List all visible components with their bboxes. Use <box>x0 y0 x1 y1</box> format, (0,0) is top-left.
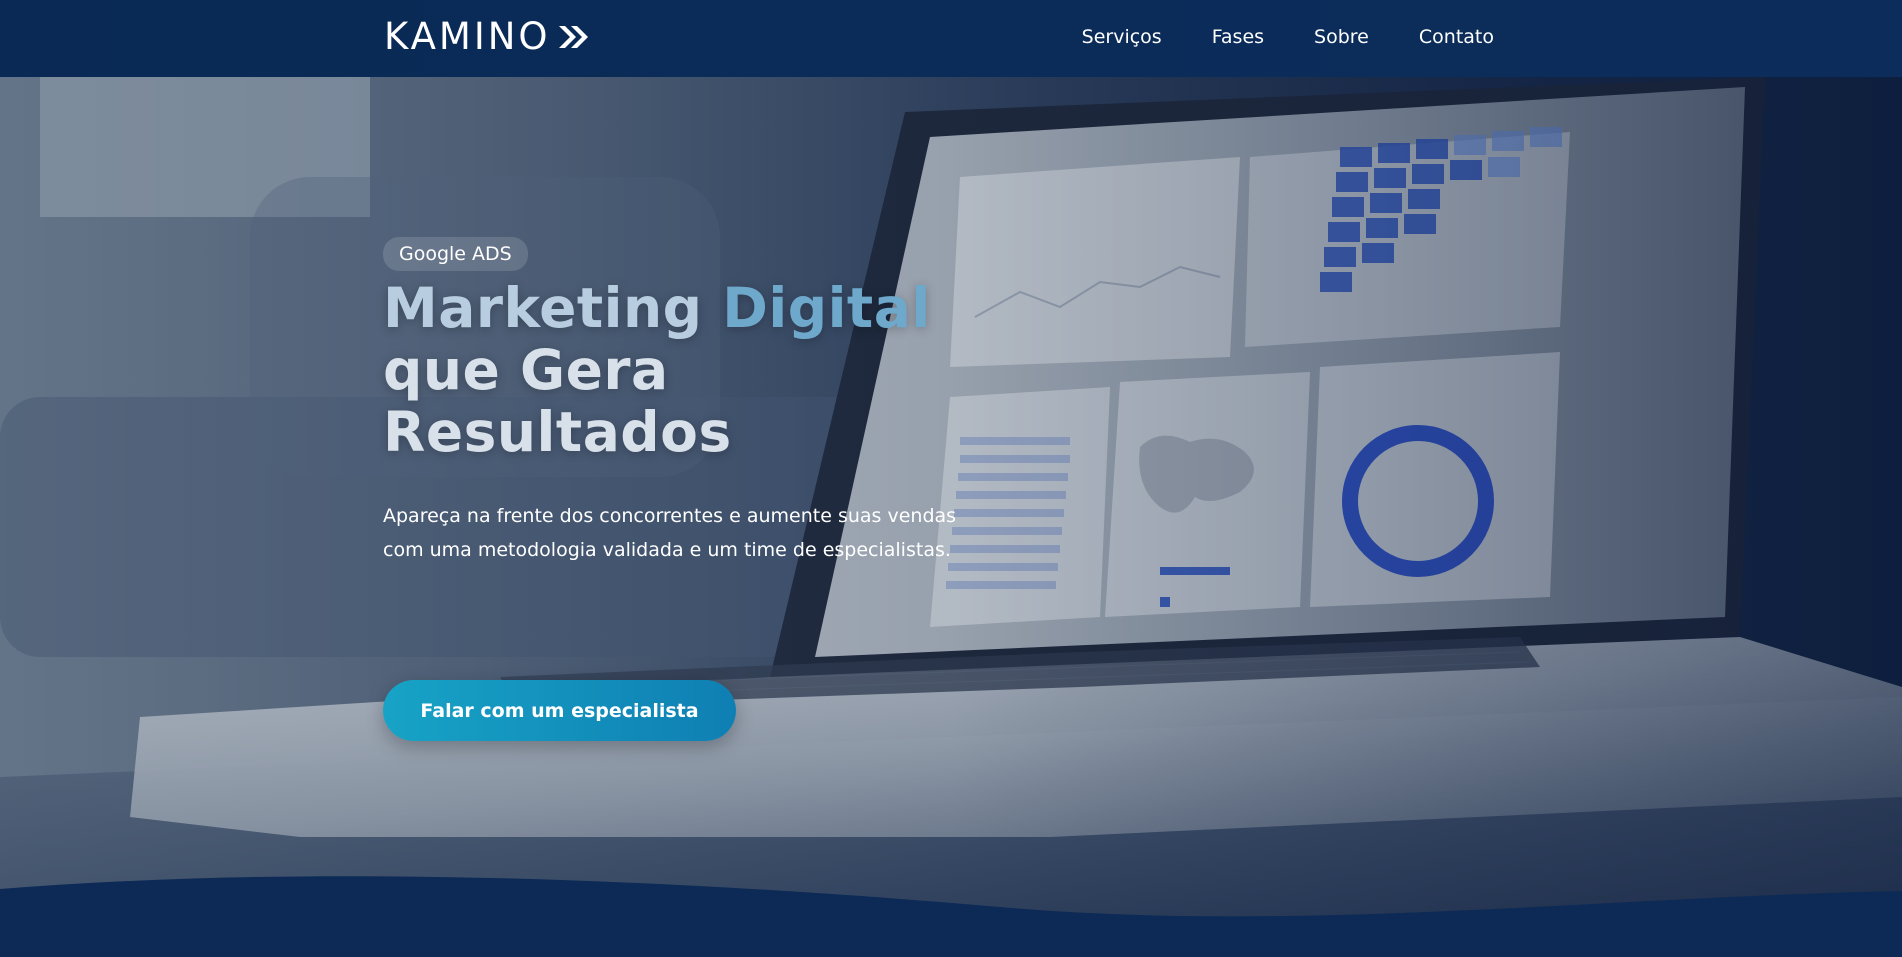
double-chevron-right-icon <box>558 26 588 48</box>
main-nav: Serviços Fases Sobre Contato <box>1082 24 1494 50</box>
category-badge: Google ADS <box>383 237 528 271</box>
headline-line-1: Marketing Digital <box>383 277 1023 339</box>
nav-item-servicos[interactable]: Serviços <box>1082 24 1162 50</box>
hero-content: Google ADS Marketing Digital que Gera Re… <box>383 237 1023 741</box>
logo-text: KAMINO <box>384 15 551 58</box>
hero-section: Google ADS Marketing Digital que Gera Re… <box>0 77 1902 957</box>
nav-item-fases[interactable]: Fases <box>1212 24 1264 50</box>
headline-line-3: Resultados <box>383 400 732 464</box>
site-header: KAMINO Serviços Fases Sobre Contato <box>0 0 1902 77</box>
contact-specialist-button[interactable]: Falar com um especialista <box>383 680 736 741</box>
logo-link[interactable]: KAMINO <box>384 17 591 57</box>
headline-line-2: que Gera <box>383 338 669 402</box>
hero-headline: Marketing Digital que Gera Resultados <box>383 277 1023 463</box>
bottom-wave-divider <box>0 876 1902 957</box>
headline-accent-word: Digital <box>722 276 931 340</box>
headline-line-1-start: Marketing <box>383 276 723 340</box>
nav-item-contato[interactable]: Contato <box>1419 24 1494 50</box>
nav-item-sobre[interactable]: Sobre <box>1314 24 1369 50</box>
hero-subtitle: Apareça na frente dos concorrentes e aum… <box>383 505 957 561</box>
